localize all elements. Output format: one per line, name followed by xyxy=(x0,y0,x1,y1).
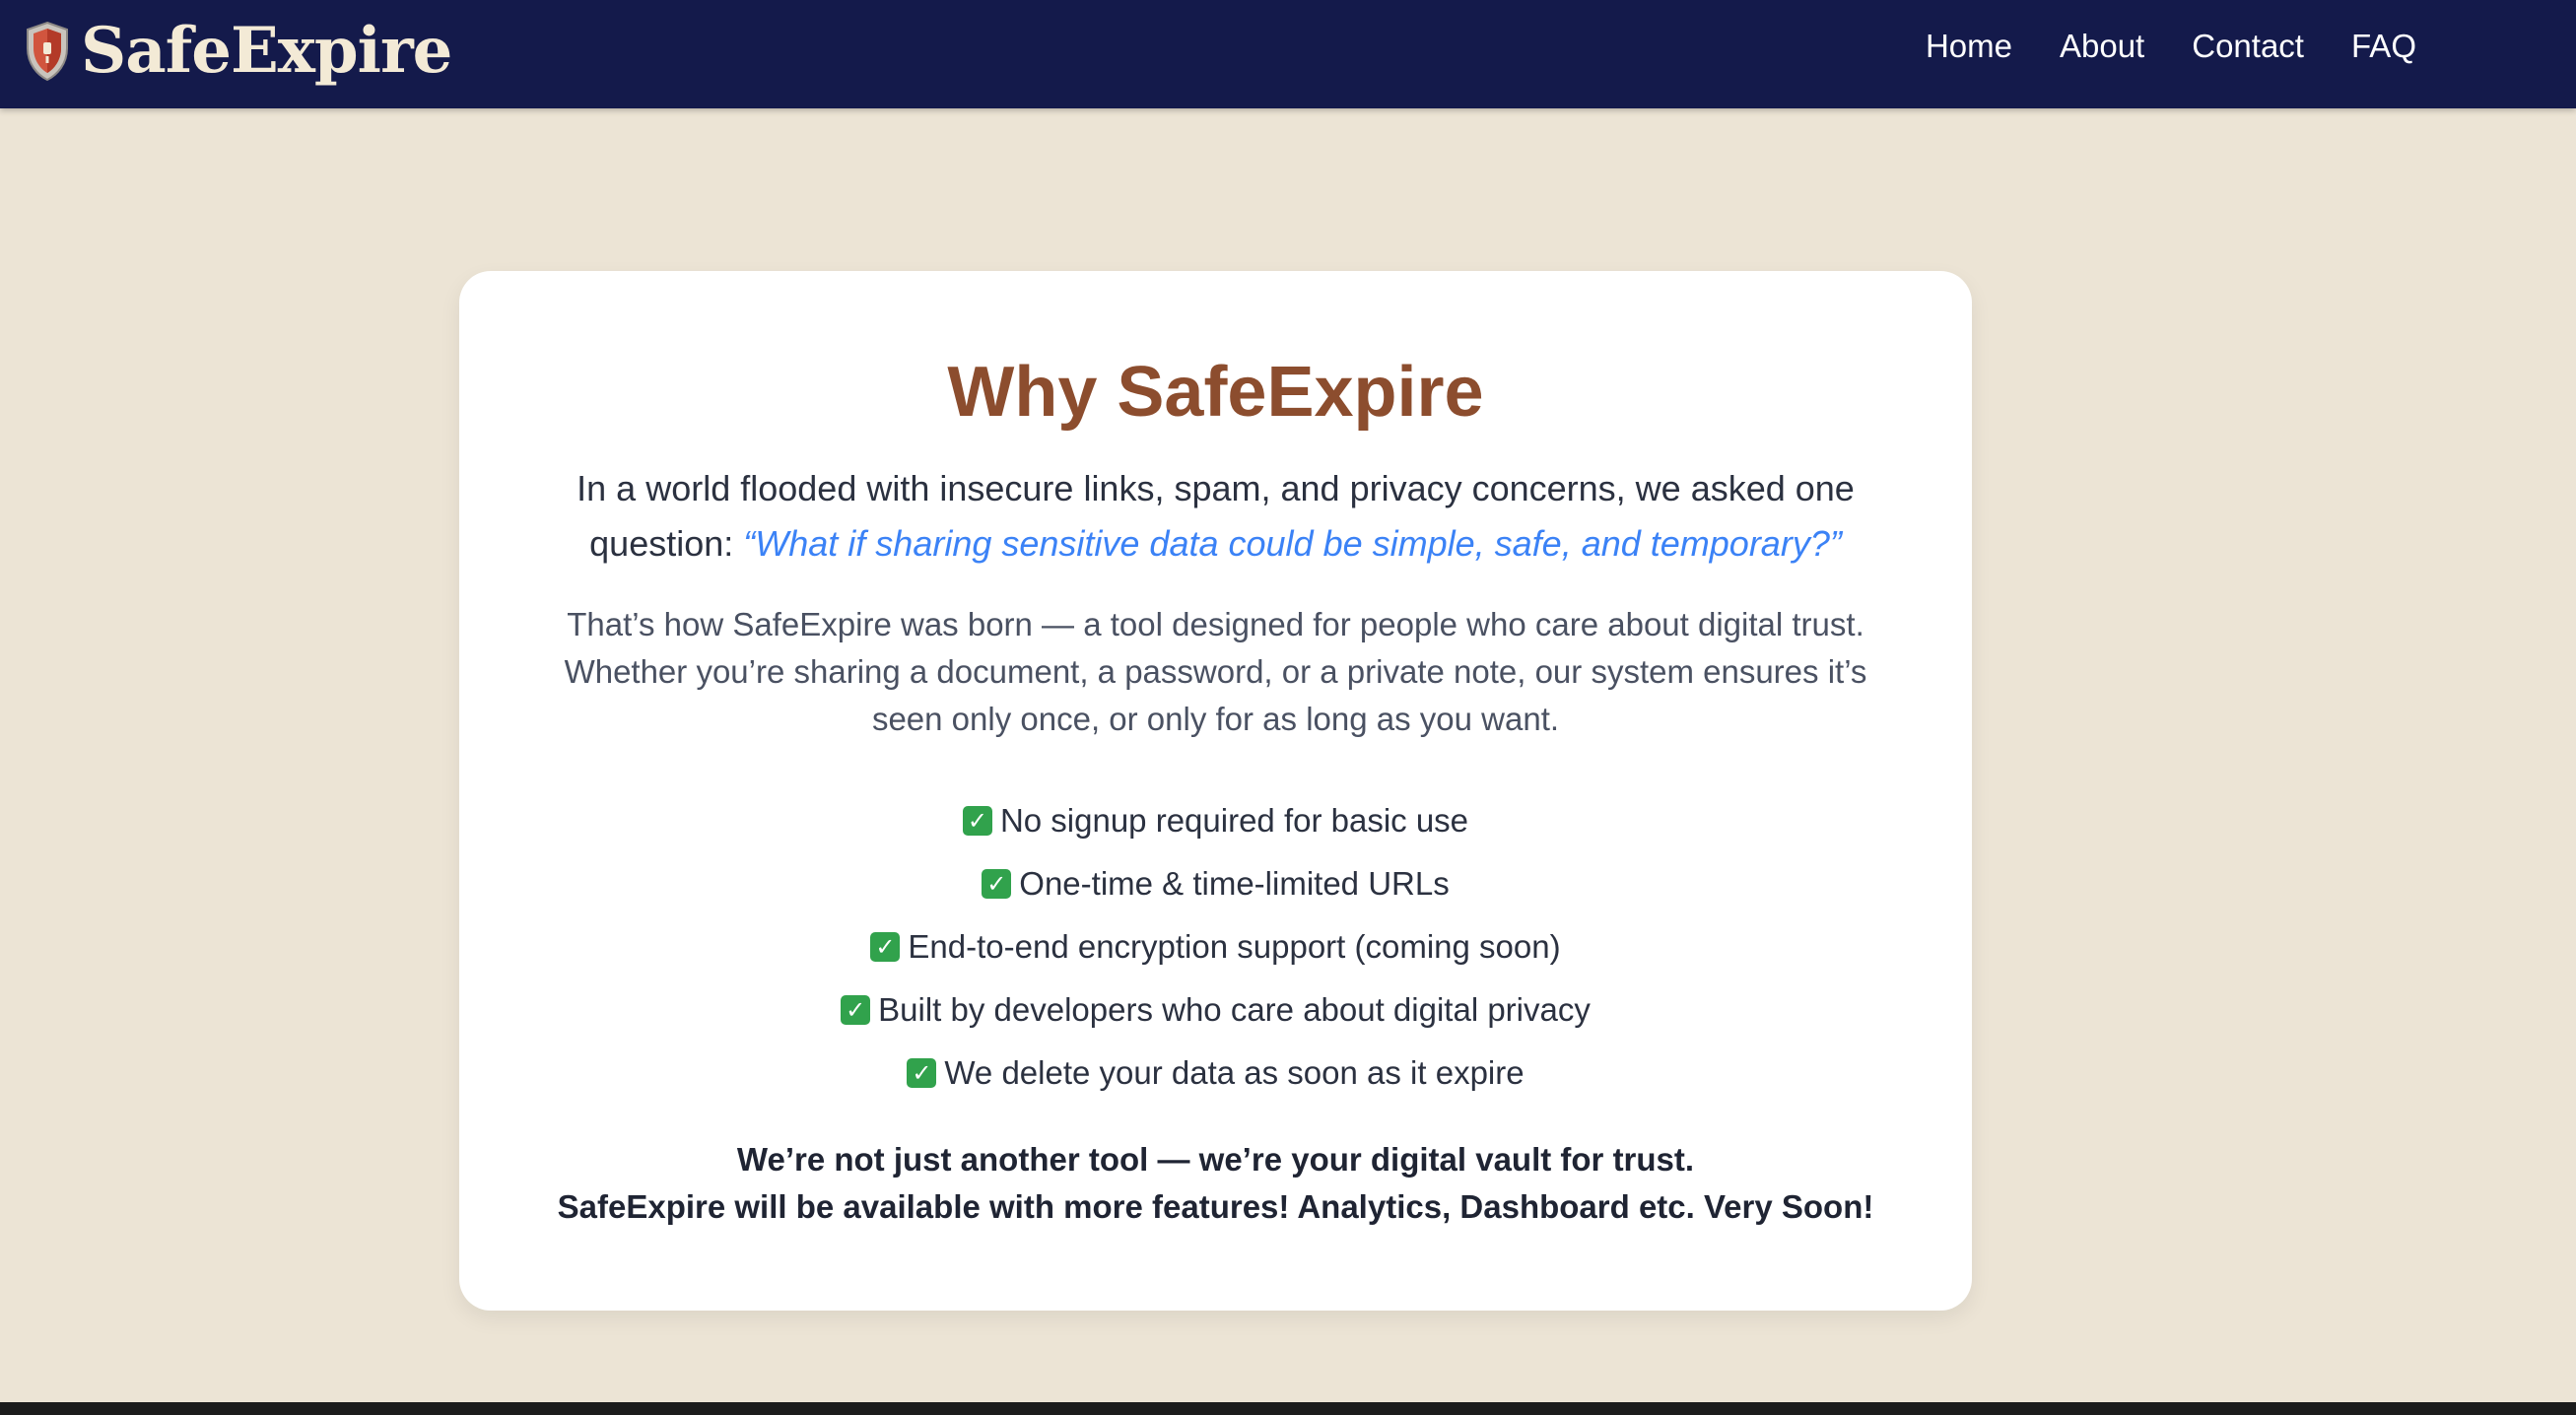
nav-link-about[interactable]: About xyxy=(2060,28,2144,65)
list-item: ✓ One-time & time-limited URLs xyxy=(459,852,1972,915)
nav-link-home[interactable]: Home xyxy=(1926,28,2012,65)
list-item: ✓ End-to-end encryption support (coming … xyxy=(459,915,1972,978)
card-title: Why SafeExpire xyxy=(947,353,1484,432)
closing-line-2: SafeExpire will be available with more f… xyxy=(557,1188,1874,1225)
check-icon: ✓ xyxy=(841,995,871,1025)
shield-icon xyxy=(27,21,68,82)
intro-quote: “What if sharing sensitive data could be… xyxy=(743,523,1842,564)
intro-paragraph: In a world flooded with insecure links, … xyxy=(548,461,1883,572)
check-icon: ✓ xyxy=(870,932,901,962)
check-icon: ✓ xyxy=(982,869,1012,899)
nav-links: Home About Contact FAQ xyxy=(1878,0,2416,93)
list-item: ✓ No signup required for basic use xyxy=(459,789,1972,852)
top-navbar: SafeExpire Home About Contact FAQ xyxy=(0,0,2576,108)
why-card: Why SafeExpire In a world flooded with i… xyxy=(459,271,1972,1311)
feature-label: One-time & time-limited URLs xyxy=(1019,865,1450,902)
list-item: ✓ We delete your data as soon as it expi… xyxy=(459,1042,1972,1105)
feature-label: We delete your data as soon as it expire xyxy=(944,1054,1525,1091)
story-paragraph: That’s how SafeExpire was born — a tool … xyxy=(564,606,1867,737)
nav-link-contact[interactable]: Contact xyxy=(2192,28,2304,65)
brand[interactable]: SafeExpire xyxy=(24,10,452,93)
brand-name: SafeExpire xyxy=(81,14,452,88)
check-icon: ✓ xyxy=(907,1058,937,1088)
list-item: ✓ Built by developers who care about dig… xyxy=(459,978,1972,1042)
bottom-edge xyxy=(0,1402,2576,1415)
feature-list: ✓ No signup required for basic use ✓ One… xyxy=(459,789,1972,1105)
feature-label: End-to-end encryption support (coming so… xyxy=(908,928,1561,965)
feature-label: No signup required for basic use xyxy=(999,802,1469,839)
nav-link-faq[interactable]: FAQ xyxy=(2351,28,2416,65)
closing-line-1: We’re not just another tool — we’re your… xyxy=(736,1141,1695,1178)
check-icon: ✓ xyxy=(962,806,992,836)
feature-label: Built by developers who care about digit… xyxy=(878,991,1591,1028)
closing-statement: We’re not just another tool — we’re your… xyxy=(459,1136,1972,1231)
